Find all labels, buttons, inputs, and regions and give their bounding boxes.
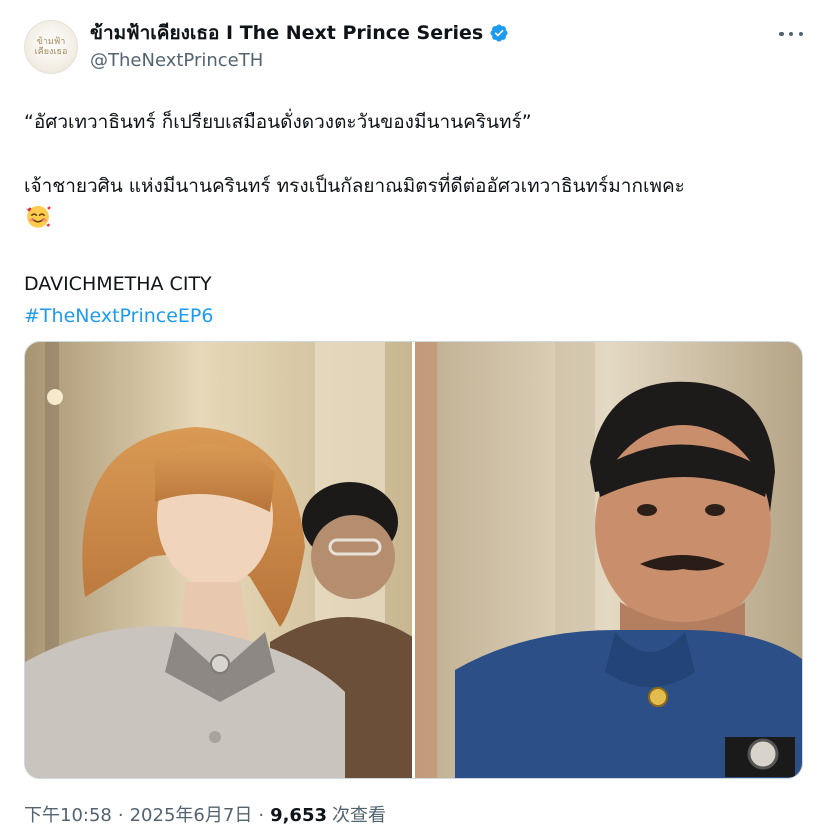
tweet-line-emoji (24, 202, 809, 236)
author-identity: ข้ามฟ้าเคียงเธอ I The Next Prince Series… (90, 20, 509, 74)
photo-1[interactable] (25, 342, 412, 778)
tweet-date[interactable]: 2025年6月7日 (130, 803, 253, 829)
verified-badge-icon[interactable] (489, 23, 509, 43)
hashtag-link[interactable]: #TheNextPrinceEP6 (24, 300, 809, 332)
dot (788, 31, 794, 37)
smiling-face-with-hearts-icon (24, 202, 52, 230)
media-grid (24, 341, 803, 779)
tweet-line-quote: “อัศวเทวาธินทร์ ก็เปรียบเสมือนดั่งดวงตะว… (24, 111, 532, 133)
avatar-logo-line: ข้ามฟ้า (36, 37, 66, 47)
views-label: 次查看 (332, 805, 386, 826)
tweet-time[interactable]: 下午10:58 (24, 803, 112, 829)
views-count[interactable]: 9,653 (270, 803, 327, 829)
dot (779, 31, 784, 37)
photo-1-illustration (25, 342, 412, 778)
tweet-card: ข้ามฟ้า เคียงเธอ ข้ามฟ้าเคียงเธอ I The N… (0, 0, 833, 835)
tweet-header: ข้ามฟ้า เคียงเธอ ข้ามฟ้าเคียงเธอ I The N… (24, 18, 809, 76)
tweet-footer: 下午10:58 · 2025年6月7日 · 9,653 次查看 (24, 803, 386, 829)
photo-2-illustration (415, 342, 802, 778)
tweet-text: “อัศวเทวาธินทร์ ก็เปรียบเสมือนดั่งดวงตะว… (24, 106, 809, 332)
tweet-line-description: เจ้าชายวศิน แห่งมีนานครินทร์ ทรงเป็นกัลย… (24, 175, 685, 197)
avatar-logo-line: เคียงเธอ (34, 47, 68, 57)
dot (798, 31, 803, 37)
display-name[interactable]: ข้ามฟ้าเคียงเธอ I The Next Prince Series (90, 20, 483, 46)
name-row: ข้ามฟ้าเคียงเธอ I The Next Prince Series (90, 20, 509, 46)
user-handle[interactable]: @TheNextPrinceTH (90, 48, 509, 74)
tweet-line-location: DAVICHMETHA CITY (24, 273, 212, 295)
avatar[interactable]: ข้ามฟ้า เคียงเธอ (24, 20, 78, 74)
separator: · (117, 805, 124, 826)
photo-2[interactable] (415, 342, 802, 778)
separator: · (258, 805, 265, 826)
more-options-icon[interactable] (779, 22, 803, 46)
